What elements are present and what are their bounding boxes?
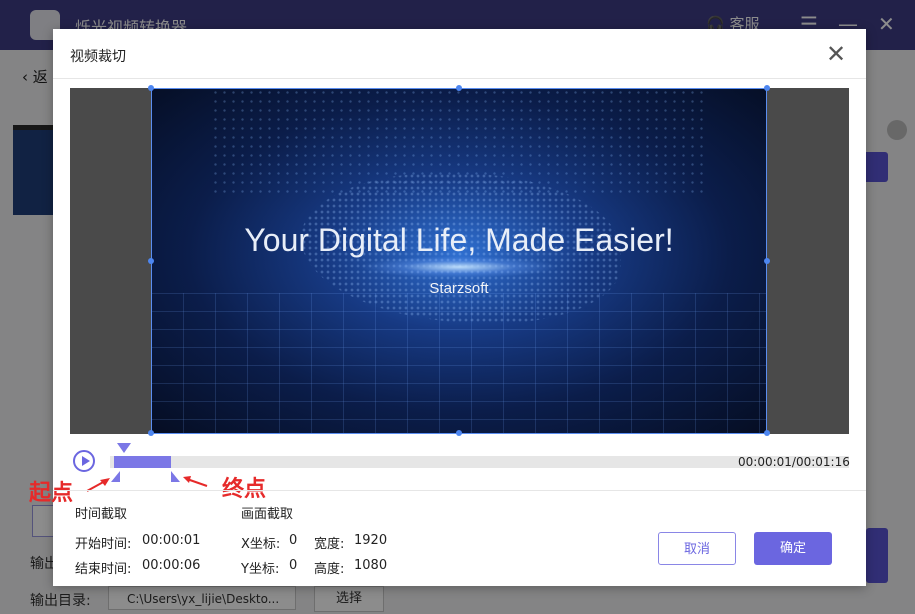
timeline-selection[interactable] xyxy=(114,456,171,468)
x-coord-value[interactable]: 0 xyxy=(289,533,297,548)
timecode: 00:00:01/00:01:16 xyxy=(738,455,850,469)
y-coord-label: Y坐标: xyxy=(241,562,280,577)
x-coord-label: X坐标: xyxy=(241,537,281,552)
dialog-title: 视频裁切 xyxy=(70,49,126,65)
crop-handle-l[interactable] xyxy=(148,258,154,264)
y-coord-value[interactable]: 0 xyxy=(289,558,297,573)
start-time-value[interactable]: 00:00:01 xyxy=(142,533,200,548)
height-label: 高度: xyxy=(314,562,345,577)
crop-handle-tl[interactable] xyxy=(148,85,154,91)
time-crop-heading: 时间截取 xyxy=(75,507,128,522)
close-icon[interactable]: ✕ xyxy=(823,41,849,67)
end-time-value[interactable]: 00:00:06 xyxy=(142,558,200,573)
width-value[interactable]: 1920 xyxy=(354,533,387,548)
crop-handle-r[interactable] xyxy=(764,258,770,264)
width-label: 宽度: xyxy=(314,537,345,552)
video-crop-dialog: 视频裁切 ✕ Your Digital Life, Made Easier! S… xyxy=(29,29,866,586)
video-headline: Your Digital Life, Made Easier! xyxy=(244,222,674,258)
video-preview: Your Digital Life, Made Easier! Starzsof… xyxy=(70,85,849,436)
frame-crop-heading: 画面截取 xyxy=(241,507,294,522)
grid-floor xyxy=(151,293,767,434)
divider xyxy=(53,490,866,491)
start-annotation: 起点 xyxy=(29,481,74,506)
light-glow xyxy=(359,256,559,278)
video-brand: Starzsoft xyxy=(429,280,489,297)
start-time-label: 开始时间: xyxy=(75,537,132,552)
play-icon[interactable] xyxy=(73,450,95,472)
confirm-button[interactable]: 确定 xyxy=(754,532,832,565)
cancel-button[interactable]: 取消 xyxy=(658,532,736,565)
crop-handle-br[interactable] xyxy=(764,430,770,436)
crop-handle-b[interactable] xyxy=(456,430,462,436)
crop-handle-bl[interactable] xyxy=(148,430,154,436)
end-time-label: 结束时间: xyxy=(75,562,132,577)
video-frame: Your Digital Life, Made Easier! Starzsof… xyxy=(151,88,767,434)
crop-handle-tr[interactable] xyxy=(764,85,770,91)
divider xyxy=(53,78,866,79)
crop-handle-t[interactable] xyxy=(456,85,462,91)
height-value[interactable]: 1080 xyxy=(354,558,387,573)
playhead[interactable] xyxy=(117,443,131,453)
